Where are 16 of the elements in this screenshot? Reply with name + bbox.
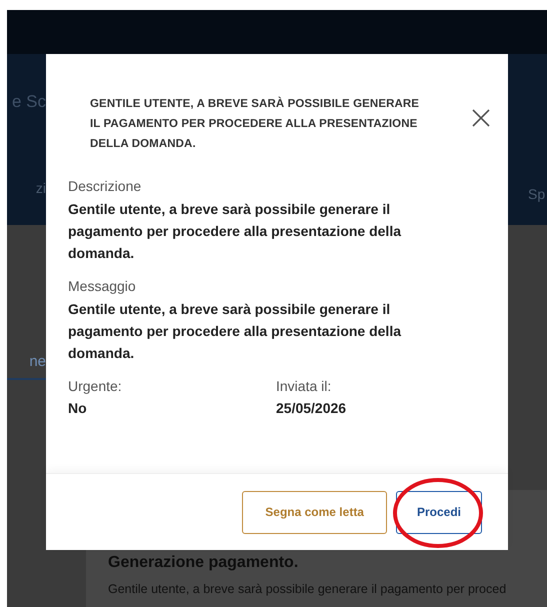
dialog-title: GENTILE UTENTE, A BREVE SARÀ POSSIBILE GENERARE IL PAGAMENTO PER PROCEDERE ALLA PRESENTAZIONE DELLA DOMANDA. [90, 96, 420, 152]
close-icon[interactable] [472, 109, 490, 127]
field-value: Gentile utente, a breve sarà possibile generare il pagamento per procedere alla presentazione della domanda. [68, 200, 402, 263]
nav-item[interactable]: zi [36, 180, 46, 196]
field-label: Descrizione [68, 177, 142, 196]
field-label: Urgente: [68, 377, 123, 396]
field-value: No [68, 400, 88, 416]
field-label: Inviata il: [276, 377, 332, 396]
field-value: Gentile utente, a breve sarà possibile generare il pagamento per procedere alla presentazione della domanda. [68, 300, 402, 363]
dialog-button[interactable]: Segna come letta [242, 490, 387, 534]
nav-item[interactable]: Sp [528, 186, 546, 202]
card-title: Generazione pagamento. [108, 554, 300, 572]
site-title: e Sc [12, 92, 46, 112]
dialog-button[interactable]: Procedi [396, 490, 482, 534]
field-label: Messaggio [68, 277, 137, 296]
field-value: 25/05/2026 [276, 400, 348, 416]
